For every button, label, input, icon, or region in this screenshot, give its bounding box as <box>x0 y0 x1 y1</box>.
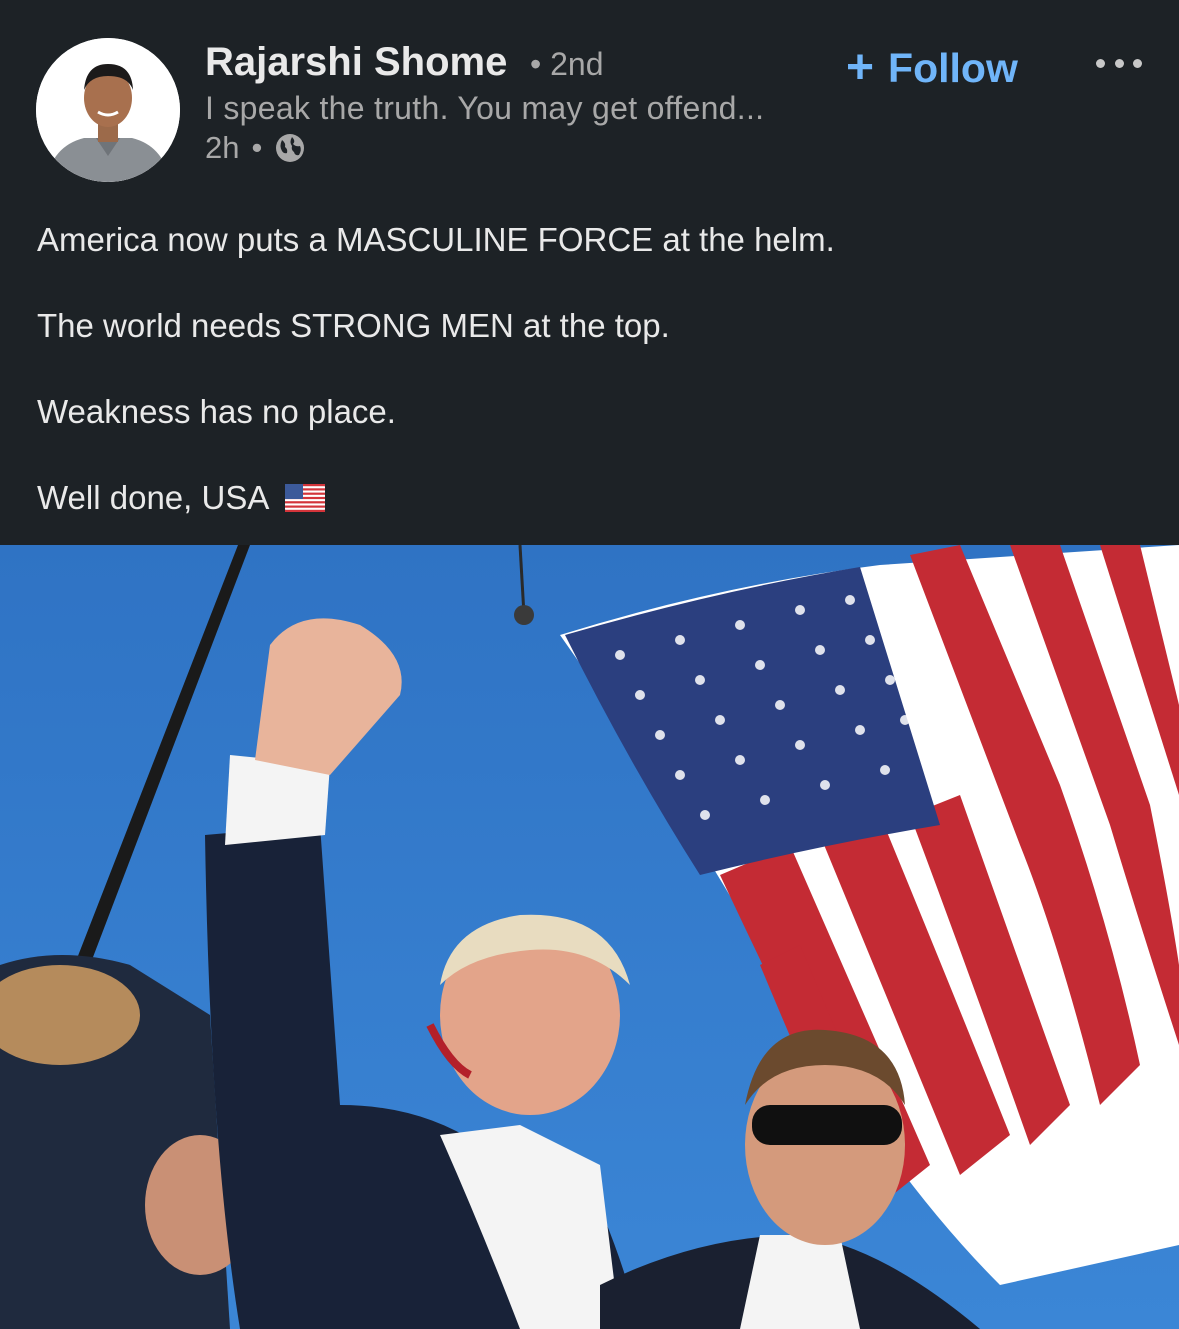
meta-separator: • <box>251 130 263 165</box>
author-avatar[interactable] <box>36 38 180 182</box>
post-time: 2h <box>205 130 240 165</box>
post-header: Rajarshi Shome • 2nd I speak the truth. … <box>0 0 1179 200</box>
author-name[interactable]: Rajarshi Shome <box>205 40 507 85</box>
post-line-4: Well done, USA <box>37 476 326 520</box>
more-options-icon[interactable] <box>1096 48 1142 78</box>
agent-sunglasses <box>752 1105 902 1145</box>
us-flag-emoji-icon <box>285 484 326 512</box>
post-photo[interactable] <box>0 545 1179 1329</box>
connection-degree: • 2nd <box>530 46 604 82</box>
post-line-1: America now puts a MASCULINE FORCE at th… <box>37 221 835 258</box>
follow-button[interactable]: + Follow <box>846 40 1018 96</box>
agent-shirt <box>740 1235 860 1329</box>
cable-clamp <box>514 605 534 625</box>
avatar-portrait <box>36 38 180 182</box>
more-dot <box>1133 58 1142 68</box>
post-line-3: Weakness has no place. <box>37 393 396 430</box>
more-dot <box>1114 58 1124 68</box>
globe-icon <box>276 134 305 162</box>
post-meta: 2h • <box>205 130 306 166</box>
more-dot <box>1096 58 1105 68</box>
author-headline: I speak the truth. You may get offend... <box>205 90 765 126</box>
follow-label: Follow <box>888 44 1018 91</box>
photo-raised-fist-flag <box>0 545 1179 1329</box>
post-line-2: The world needs STRONG MEN at the top. <box>37 307 670 344</box>
post-line-4-text: Well done, USA <box>37 479 270 516</box>
plus-icon: + <box>846 41 875 94</box>
